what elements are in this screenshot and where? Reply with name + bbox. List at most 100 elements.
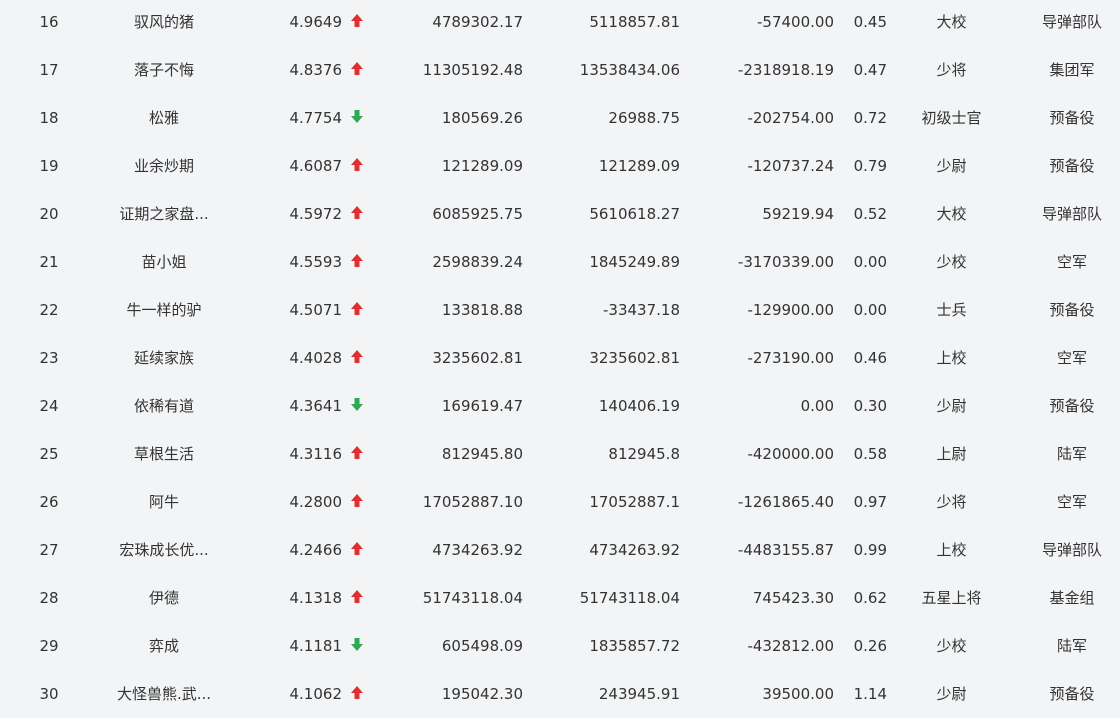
arrow-up-icon [350, 526, 370, 574]
rank-title-cell: 五星上将 [921, 589, 982, 607]
ratio-cell: 0.62 [853, 589, 887, 607]
unit-cell: 导弹部队 [1041, 205, 1102, 223]
unit-cell: 陆军 [1056, 637, 1087, 655]
score-cell: 4.5071 [289, 301, 343, 319]
score-cell: 4.4028 [289, 349, 343, 367]
rank-cell: 30 [39, 685, 59, 703]
value-1-cell: 51743118.04 [422, 589, 523, 607]
score-cell: 4.1062 [289, 685, 343, 703]
value-1-cell: 169619.47 [441, 397, 523, 415]
rank-title-cell: 少校 [936, 637, 967, 655]
score-cell: 4.3641 [289, 397, 343, 415]
value-2-cell: 17052887.1 [589, 493, 680, 511]
value-1-cell: 133818.88 [441, 301, 523, 319]
value-1-cell: 4789302.17 [432, 13, 523, 31]
value-3-cell: 0.00 [800, 397, 834, 415]
trader-name-cell: 业余炒期 [133, 157, 194, 175]
trader-name-cell: 驭风的猪 [133, 13, 194, 31]
value-3-cell: -1261865.40 [737, 493, 834, 511]
value-2-cell: 1845249.89 [589, 253, 680, 271]
score-cell: 4.1181 [289, 637, 343, 655]
unit-cell: 预备役 [1049, 109, 1095, 127]
rank-cell: 27 [39, 541, 59, 559]
trader-name-cell: 落子不悔 [133, 61, 194, 79]
rank-title-cell: 少将 [936, 61, 967, 79]
value-2-cell: 140406.19 [598, 397, 680, 415]
value-3-cell: -273190.00 [747, 349, 834, 367]
table-row[interactable]: 19 业余炒期 4.6087 121289.09 121289.09 -120737.24… [0, 142, 1120, 190]
ratio-cell: 0.30 [853, 397, 887, 415]
rank-cell: 17 [39, 61, 59, 79]
arrow-up-icon [350, 286, 370, 334]
table-row[interactable]: 30 大怪兽熊.武... 4.1062 195042.30 243945.91 39500… [0, 670, 1120, 718]
value-3-cell: 39500.00 [762, 685, 834, 703]
score-cell: 4.9649 [289, 13, 343, 31]
table-row[interactable]: 18 松雅 4.7754 180569.26 26988.75 -202754.00 0.7… [0, 94, 1120, 142]
unit-cell: 预备役 [1049, 157, 1095, 175]
unit-cell: 预备役 [1049, 397, 1095, 415]
ratio-cell: 0.00 [853, 253, 887, 271]
unit-cell: 空军 [1056, 493, 1087, 511]
table-row[interactable]: 29 弈成 4.1181 605498.09 1835857.72 -432812.00 0… [0, 622, 1120, 670]
value-3-cell: -3170339.00 [737, 253, 834, 271]
value-2-cell: -33437.18 [603, 301, 680, 319]
value-2-cell: 3235602.81 [589, 349, 680, 367]
ratio-cell: 0.97 [853, 493, 887, 511]
value-1-cell: 3235602.81 [432, 349, 523, 367]
arrow-up-icon [350, 334, 370, 382]
value-2-cell: 51743118.04 [579, 589, 680, 607]
table-row[interactable]: 20 证期之家盘... 4.5972 6085925.75 5610618.27 5921… [0, 190, 1120, 238]
rank-title-cell: 初级士官 [921, 109, 982, 127]
score-cell: 4.7754 [289, 109, 343, 127]
value-2-cell: 121289.09 [598, 157, 680, 175]
arrow-down-icon [350, 622, 370, 670]
rank-title-cell: 上尉 [936, 445, 967, 463]
value-3-cell: -420000.00 [747, 445, 834, 463]
rank-cell: 22 [39, 301, 59, 319]
value-3-cell: -2318918.19 [737, 61, 834, 79]
arrow-up-icon [350, 574, 370, 622]
score-cell: 4.5972 [289, 205, 343, 223]
value-2-cell: 243945.91 [598, 685, 680, 703]
value-1-cell: 17052887.10 [422, 493, 523, 511]
arrow-up-icon [350, 670, 370, 718]
rank-title-cell: 大校 [936, 205, 967, 223]
value-1-cell: 195042.30 [441, 685, 523, 703]
table-row[interactable]: 23 延续家族 4.4028 3235602.81 3235602.81 -273190.… [0, 334, 1120, 382]
rank-cell: 28 [39, 589, 59, 607]
trader-name-cell: 延续家族 [133, 349, 194, 367]
unit-cell: 导弹部队 [1041, 541, 1102, 559]
table-row[interactable]: 16 驭风的猪 4.9649 4789302.17 5118857.81 -57400.0… [0, 0, 1120, 46]
trader-name-cell: 大怪兽熊.武... [116, 685, 212, 703]
table-row[interactable]: 28 伊德 4.1318 51743118.04 51743118.04 745423.3… [0, 574, 1120, 622]
rank-title-cell: 少校 [936, 253, 967, 271]
rank-cell: 29 [39, 637, 59, 655]
arrow-down-icon [350, 94, 370, 142]
ratio-cell: 0.45 [853, 13, 887, 31]
unit-cell: 基金组 [1049, 589, 1095, 607]
rank-cell: 16 [39, 13, 59, 31]
score-cell: 4.6087 [289, 157, 343, 175]
table-row[interactable]: 25 草根生活 4.3116 812945.80 812945.8 -420000.00 0… [0, 430, 1120, 478]
rank-cell: 26 [39, 493, 59, 511]
rank-cell: 18 [39, 109, 59, 127]
ratio-cell: 0.99 [853, 541, 887, 559]
unit-cell: 导弹部队 [1041, 13, 1102, 31]
table-row[interactable]: 26 阿牛 4.2800 17052887.10 17052887.1 -1261865.… [0, 478, 1120, 526]
table-row[interactable]: 21 苗小姐 4.5593 2598839.24 1845249.89 -3170339.… [0, 238, 1120, 286]
table-row[interactable]: 17 落子不悔 4.8376 11305192.48 13538434.06 -23189… [0, 46, 1120, 94]
table-row[interactable]: 22 牛一样的驴 4.5071 133818.88 -33437.18 -129900.0… [0, 286, 1120, 334]
rank-title-cell: 士兵 [936, 301, 967, 319]
rank-title-cell: 大校 [936, 13, 967, 31]
value-2-cell: 5118857.81 [589, 13, 680, 31]
value-1-cell: 4734263.92 [432, 541, 523, 559]
table-row[interactable]: 27 宏珠成长优... 4.2466 4734263.92 4734263.92 -448… [0, 526, 1120, 574]
arrow-up-icon [350, 46, 370, 94]
arrow-up-icon [350, 0, 370, 46]
table-row[interactable]: 24 依稀有道 4.3641 169619.47 140406.19 0.00 0.30 少尉… [0, 382, 1120, 430]
trader-name-cell: 松雅 [148, 109, 179, 127]
unit-cell: 预备役 [1049, 685, 1095, 703]
ranking-table: 16 驭风的猪 4.9649 4789302.17 5118857.81 -57400.0… [0, 0, 1120, 718]
value-1-cell: 2598839.24 [432, 253, 523, 271]
arrow-down-icon [350, 382, 370, 430]
